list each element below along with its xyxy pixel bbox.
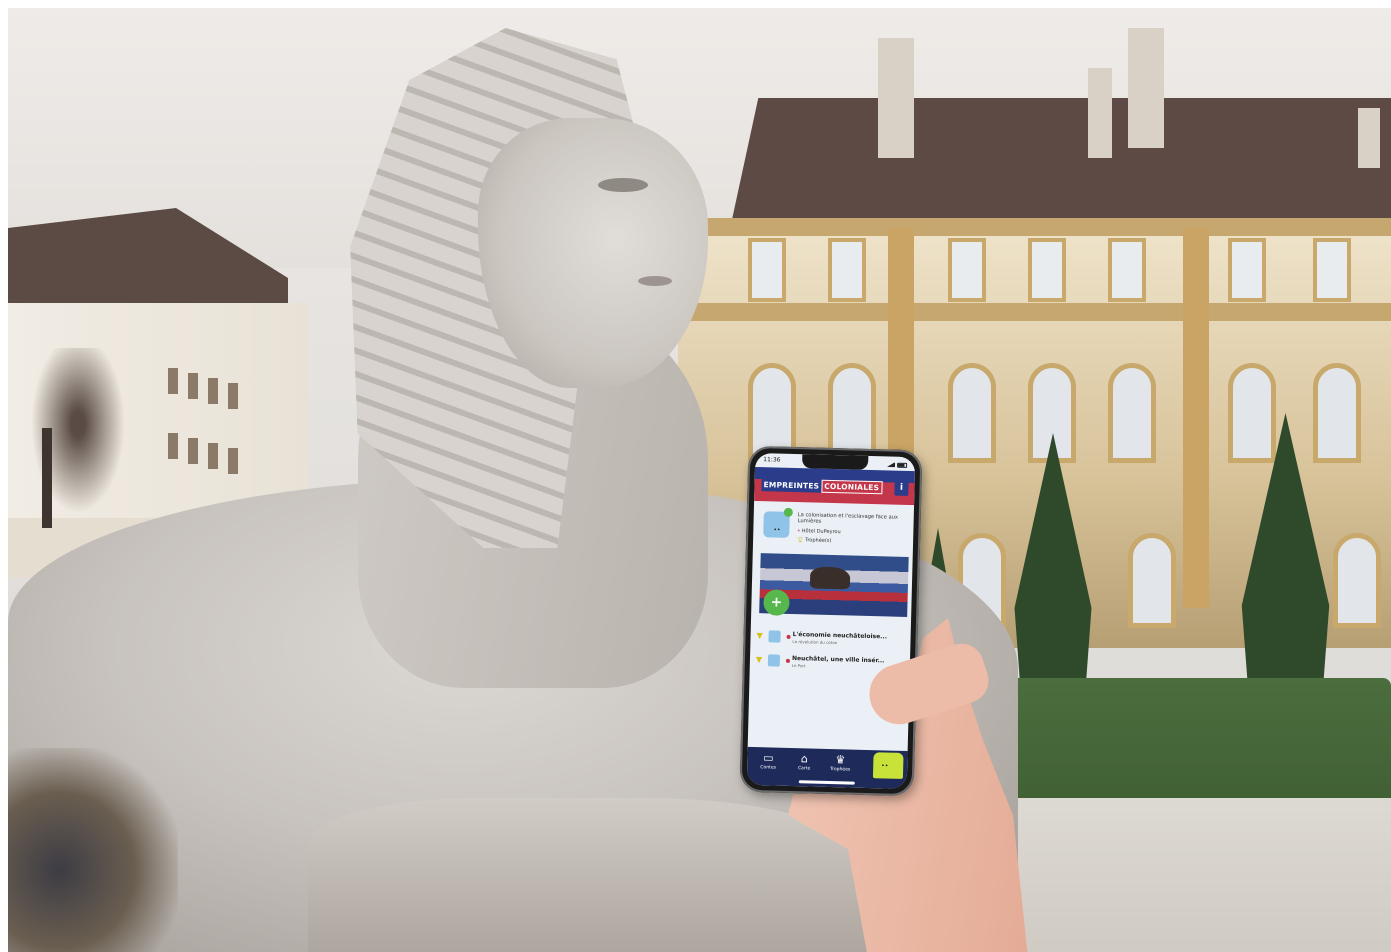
pin-icon: ⌖: [797, 528, 801, 535]
check-icon: [783, 507, 793, 517]
list-item[interactable]: ▼ L'économie neuchâteloise... La révolut…: [756, 629, 906, 649]
info-button[interactable]: i: [894, 479, 909, 496]
tab-label: Contes: [760, 765, 777, 771]
window: [1228, 238, 1266, 302]
mascot-eyes-icon: ••: [773, 526, 781, 534]
pillar: [1183, 228, 1209, 608]
logo-text-2: COLONIALES: [821, 479, 883, 495]
sphinx-eye: [598, 178, 648, 192]
window: [1313, 238, 1351, 302]
left-building-roof: [8, 208, 288, 308]
trophy-icon: ▼: [755, 655, 763, 665]
map-icon: ⌂: [800, 752, 809, 766]
trophy-icon: ▼: [756, 631, 763, 641]
window: [748, 238, 786, 302]
left-building-window: [208, 378, 218, 404]
profile-mascot-button[interactable]: ••: [872, 752, 904, 779]
hedge: [998, 678, 1391, 818]
arched-window: [1228, 363, 1276, 463]
trophy-icon: ♛: [835, 753, 846, 767]
foreground-blur: [8, 748, 178, 952]
card-location: ⌖ Hôtel DuPeyrou: [797, 528, 840, 535]
left-building-window: [188, 438, 198, 464]
status-dot: [785, 658, 790, 663]
arched-window: [948, 363, 996, 463]
trophy-icon: 🏆︎: [797, 537, 804, 544]
app-header: EMPREINTES COLONIALES i: [754, 466, 915, 506]
tab-label: Carte: [797, 766, 811, 772]
sphinx-lips: [638, 276, 672, 286]
card-title: La colonisation et l'esclavage face aux …: [797, 512, 899, 525]
window: [1108, 238, 1146, 302]
status-icons: [887, 459, 908, 470]
tab-contes[interactable]: ▭ Contes: [753, 751, 784, 772]
tab-carte[interactable]: ⌂ Carte: [789, 752, 820, 773]
current-story-card[interactable]: •• La colonisation et l'esclavage face a…: [759, 505, 908, 553]
logo-text-1: EMPREINTES: [761, 478, 822, 493]
list-item-subtitle: Le Port: [791, 662, 806, 669]
left-building-window: [228, 448, 238, 474]
book-icon: ▭: [763, 751, 774, 765]
tree-trunk: [42, 428, 52, 528]
tab-bar: ▭ Contes ⌂ Carte ♛ Trophées ••: [746, 746, 908, 790]
arched-window: [1313, 363, 1361, 463]
smartphone: 11:36 EMPREINTES COLONIALES i •• La colo…: [739, 445, 923, 797]
arched-window: [1108, 363, 1156, 463]
cornice: [678, 303, 1391, 321]
cornice: [678, 218, 1391, 236]
location-label: Hôtel DuPeyrou: [801, 528, 841, 536]
battery-icon: [897, 462, 908, 468]
chimney: [1128, 28, 1164, 148]
left-building-window: [228, 383, 238, 409]
photo-scene: [8, 8, 1391, 952]
list-item-subtitle: La révolution du coton: [792, 638, 838, 646]
tab-trophees[interactable]: ♛ Trophées: [825, 753, 856, 774]
status-time: 11:36: [763, 456, 781, 464]
bare-tree: [18, 348, 138, 538]
left-building-window: [168, 368, 178, 394]
left-building-window: [208, 443, 218, 469]
window: [1028, 238, 1066, 302]
phone-screen: 11:36 EMPREINTES COLONIALES i •• La colo…: [746, 452, 916, 790]
mascot-eyes-icon: ••: [881, 762, 889, 770]
window: [948, 238, 986, 302]
app-logo: EMPREINTES COLONIALES: [761, 477, 883, 495]
window: [828, 238, 866, 302]
status-dot: [786, 634, 791, 639]
home-indicator[interactable]: [798, 780, 855, 785]
chateau-roof: [730, 98, 1391, 228]
chimney: [1088, 68, 1112, 158]
left-building-window: [188, 373, 198, 399]
chimney: [1358, 108, 1380, 168]
signal-icon: [887, 462, 895, 467]
left-building-window: [168, 433, 178, 459]
phone-notch: [801, 454, 869, 470]
tab-label: Trophées: [829, 767, 851, 773]
chimney: [878, 38, 914, 158]
mascot-avatar: [767, 654, 781, 667]
sphinx-paw: [308, 798, 868, 952]
trophies-label: Trophée(s): [804, 537, 832, 544]
story-image-figure: [809, 566, 851, 590]
card-trophies: 🏆︎ Trophée(s): [797, 537, 831, 544]
sphinx-face: [478, 118, 708, 388]
arched-door: [1128, 533, 1176, 628]
mascot-avatar: [768, 630, 781, 643]
arched-door: [1333, 533, 1381, 628]
